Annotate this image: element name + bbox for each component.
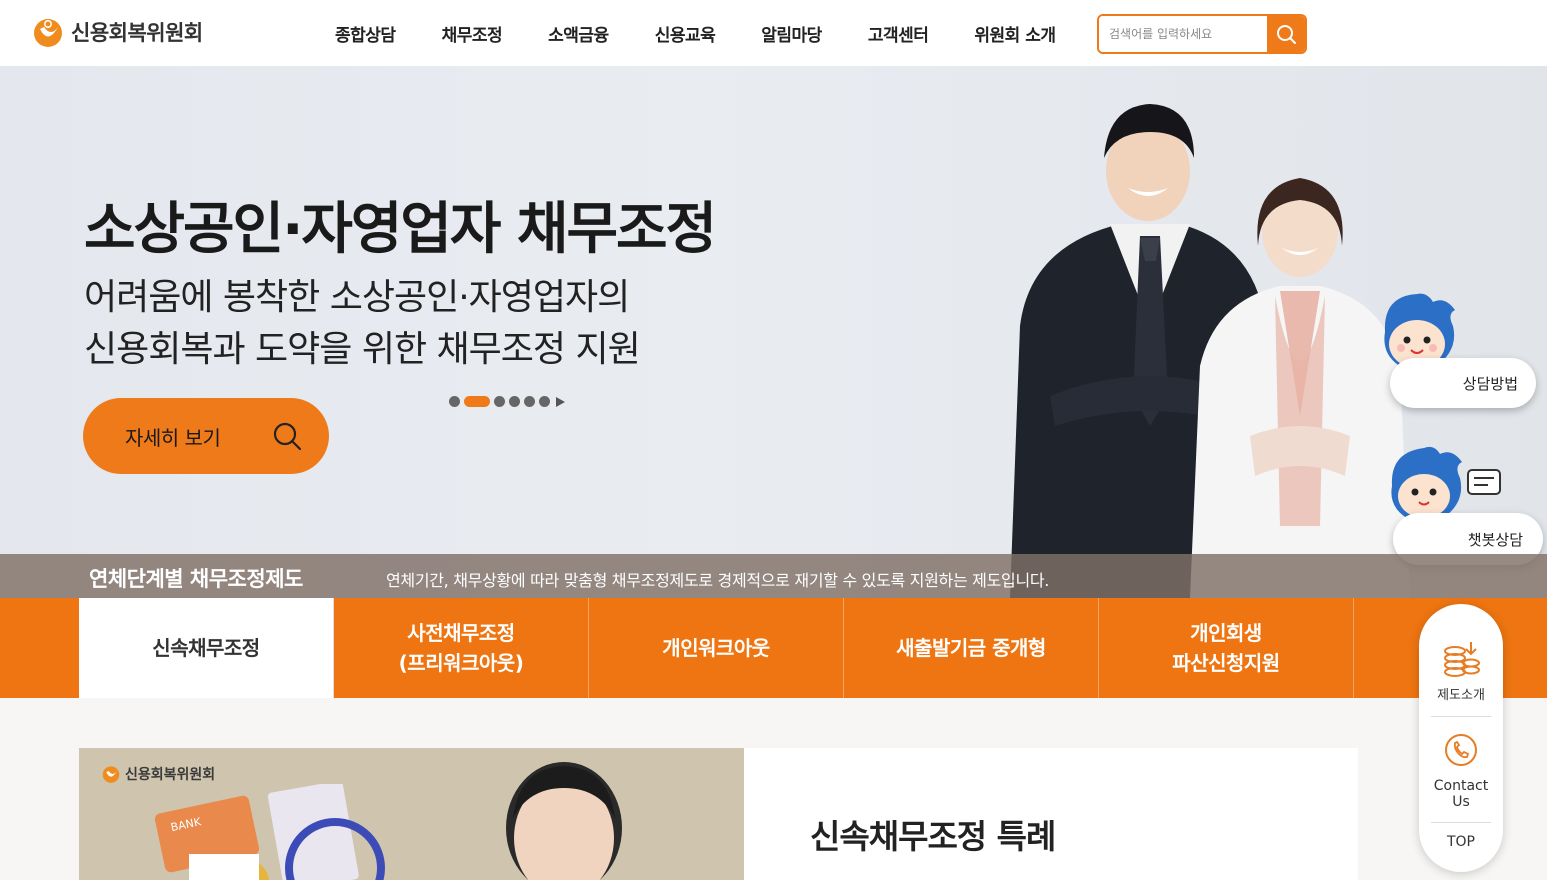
program-thumbnail[interactable]: 신용회복위원회 BANK <box>79 748 744 880</box>
quick-item-contact-label: Contact Us <box>1433 778 1489 810</box>
hero-title: 소상공인·자영업자 채무조정 <box>84 197 717 262</box>
bank-card-illustration: BANK <box>154 784 385 880</box>
slide-dot[interactable] <box>524 396 535 407</box>
nav-item-microfinance[interactable]: 소액금융 <box>548 21 609 46</box>
tab-individual-workout[interactable]: 개인워크아웃 <box>589 598 844 698</box>
quick-item-contact[interactable]: Contact Us <box>1419 732 1503 810</box>
logo-mark-icon <box>102 766 120 783</box>
header: 신용회복위원회 종합상담 채무조정 소액금융 신용교육 알림마당 고객센터 위원… <box>0 0 1547 66</box>
consult-method-label: 상담방법 <box>1462 374 1518 393</box>
nav-item-notice[interactable]: 알림마당 <box>761 21 822 46</box>
phone-icon <box>1445 734 1477 766</box>
program-info-title: 신속채무조정 특례 <box>810 817 1056 856</box>
person-illustration <box>506 762 622 880</box>
slide-indicators <box>449 396 565 407</box>
play-icon[interactable] <box>556 396 565 407</box>
search-icon <box>273 422 302 451</box>
thumb-logo: 신용회복위원회 <box>101 764 215 784</box>
slide-dot[interactable] <box>509 396 520 407</box>
thumb-logo-text: 신용회복위원회 <box>125 767 216 783</box>
search-input[interactable] <box>1099 16 1268 52</box>
tab-pre-workout[interactable]: 사전채무조정 (프리워크아웃) <box>334 598 589 698</box>
search-button[interactable] <box>1267 16 1305 52</box>
slide-dot[interactable] <box>449 396 460 407</box>
quick-item-program-intro[interactable]: 제도소개 <box>1419 638 1503 703</box>
logo[interactable]: 신용회복위원회 <box>31 14 203 50</box>
quick-item-program-intro-label: 제도소개 <box>1437 688 1485 703</box>
hero-subtitle: 어려움에 봉착한 소상공인·자영업자의 신용회복과 도약을 위한 채무조정 지원 <box>84 272 641 376</box>
nav-item-customer-center[interactable]: 고객센터 <box>868 21 929 46</box>
hero-subtitle-line2: 신용회복과 도약을 위한 채무조정 지원 <box>84 329 641 370</box>
logo-mark-icon <box>34 19 62 47</box>
slide-dot[interactable] <box>494 396 505 407</box>
scroll-top-button[interactable]: TOP <box>1419 834 1503 850</box>
nav-item-consult[interactable]: 종합상담 <box>335 21 396 46</box>
chatbot-label: 챗봇상담 <box>1467 530 1523 549</box>
debt-adjust-band: 연체단계별 채무조정제도 연체기간, 채무상황에 따라 맞춤형 채무조정제도로 … <box>0 554 1547 598</box>
divider <box>1431 716 1491 717</box>
slide-dot-active[interactable] <box>464 396 490 407</box>
content-area: 신용회복위원회 BANK 신속채무조정 특례 <box>0 698 1547 880</box>
coins-icon <box>1444 642 1480 677</box>
nav-item-credit-edu[interactable]: 신용교육 <box>655 21 716 46</box>
consult-method-button[interactable]: 상담방법 <box>1390 358 1536 408</box>
nav-item-debt-adjust[interactable]: 채무조정 <box>442 21 503 46</box>
main-nav: 종합상담 채무조정 소액금융 신용교육 알림마당 고객센터 위원회 소개 <box>312 0 1079 66</box>
quick-menu: 제도소개 Contact Us TOP <box>1419 604 1503 872</box>
hero-subtitle-line1: 어려움에 봉착한 소상공인·자영업자의 <box>84 277 630 318</box>
tab-rapid-adjust[interactable]: 신속채무조정 <box>79 598 334 698</box>
scroll-top-label: TOP <box>1446 834 1475 850</box>
slide-dot[interactable] <box>539 396 550 407</box>
hero-banner: 소상공인·자영업자 채무조정 어려움에 봉착한 소상공인·자영업자의 신용회복과… <box>0 66 1547 598</box>
program-tabs: 신속채무조정 사전채무조정 (프리워크아웃) 개인워크아웃 새출발기금 중개형 … <box>0 598 1547 698</box>
search-box <box>1097 14 1307 54</box>
search-icon <box>1277 25 1297 44</box>
tab-rehabilitation-bankruptcy[interactable]: 개인회생 파산신청지원 <box>1099 598 1354 698</box>
page: 신용회복위원회 종합상담 채무조정 소액금융 신용교육 알림마당 고객센터 위원… <box>0 0 1547 880</box>
divider <box>1431 822 1491 823</box>
hero-detail-button[interactable]: 자세히 보기 <box>83 398 329 474</box>
nav-item-about[interactable]: 위원회 소개 <box>974 21 1056 46</box>
hero-detail-button-label: 자세히 보기 <box>125 425 221 450</box>
band-description: 연체기간, 채무상황에 따라 맞춤형 채무조정제도로 경제적으로 재기할 수 있… <box>386 571 1050 590</box>
tab-fresh-start-fund[interactable]: 새출발기금 중개형 <box>844 598 1099 698</box>
band-title: 연체단계별 채무조정제도 <box>89 567 303 591</box>
logo-text: 신용회복위원회 <box>71 21 203 45</box>
program-info-card: 신속채무조정 특례 <box>744 748 1358 880</box>
